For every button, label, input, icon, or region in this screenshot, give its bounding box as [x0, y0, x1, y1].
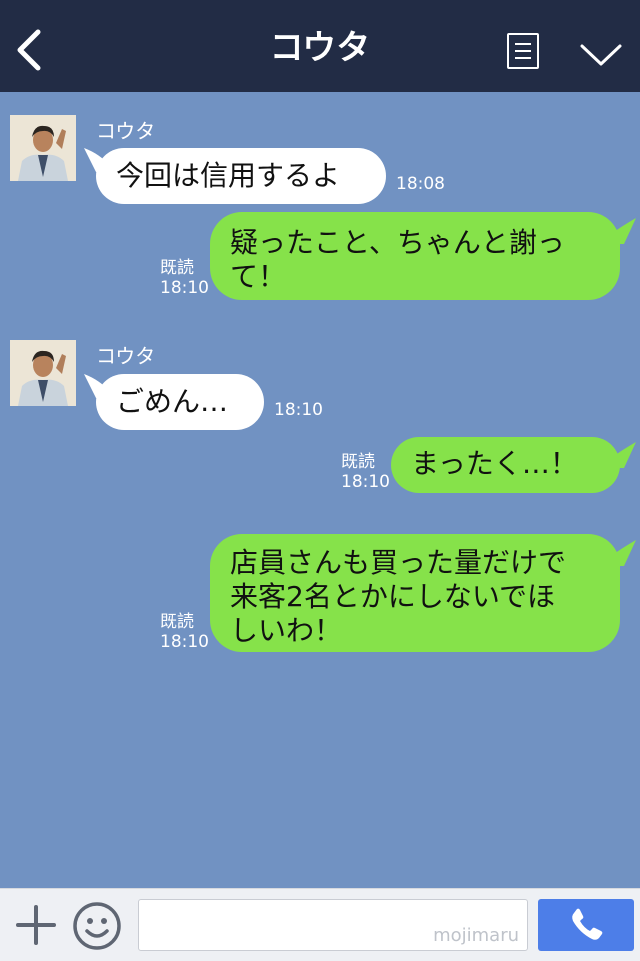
phone-icon	[572, 908, 603, 940]
message-text-line: 店員さんも買った量だけで	[230, 546, 567, 579]
plus-icon	[16, 905, 56, 945]
input-bar: mojimaru	[0, 888, 640, 961]
bubble-tail	[606, 538, 638, 570]
message-time: 18:08	[396, 174, 445, 194]
emoji-button[interactable]	[72, 901, 122, 951]
avatar[interactable]	[10, 115, 76, 181]
message-text: 今回は信用するよ	[116, 159, 341, 192]
message-time: 18:10	[160, 278, 209, 298]
outgoing-message-bubble[interactable]: まったく…！	[391, 437, 620, 493]
chevron-down-icon	[580, 44, 622, 66]
message-text-line: 疑ったこと、ちゃんと謝っ	[230, 226, 565, 259]
message-time: 18:10	[274, 400, 323, 420]
call-button[interactable]	[538, 899, 634, 951]
message-time: 18:10	[341, 472, 390, 492]
outgoing-message-bubble[interactable]: 店員さんも買った量だけで 来客2名とかにしないでほ しいわ！	[210, 534, 620, 652]
add-button[interactable]	[14, 903, 58, 947]
read-receipt: 既読 18:10	[341, 452, 390, 492]
sender-name: コウタ	[96, 344, 156, 368]
incoming-message-bubble[interactable]: ごめん…	[96, 374, 264, 430]
message-text: ごめん…	[116, 385, 229, 418]
read-receipt: 既読 18:10	[160, 258, 209, 298]
message-input[interactable]: mojimaru	[138, 899, 528, 951]
chat-title: コウタ	[269, 28, 371, 68]
incoming-message-bubble[interactable]: 今回は信用するよ	[96, 148, 386, 204]
outgoing-message-bubble[interactable]: 疑ったこと、ちゃんと謝っ て！	[210, 212, 620, 300]
read-label: 既読	[160, 258, 194, 278]
message-time: 18:10	[160, 632, 209, 652]
menu-button[interactable]	[507, 33, 539, 69]
message-text-line: 来客2名とかにしないでほ	[230, 580, 555, 613]
avatar[interactable]	[10, 340, 76, 406]
bubble-tail	[606, 216, 638, 248]
emoji-icon	[73, 902, 121, 950]
bubble-tail	[606, 440, 638, 472]
read-label: 既読	[341, 452, 375, 472]
sender-name: コウタ	[96, 119, 156, 143]
read-label: 既読	[160, 612, 194, 632]
collapse-button[interactable]	[578, 38, 624, 68]
message-text-line: て！	[230, 260, 287, 293]
chat-header: コウタ	[0, 0, 640, 92]
message-text: まったく…！	[411, 447, 578, 480]
watermark: mojimaru	[433, 925, 519, 946]
message-text-line: しいわ！	[230, 614, 343, 647]
read-receipt: 既読 18:10	[160, 612, 209, 652]
